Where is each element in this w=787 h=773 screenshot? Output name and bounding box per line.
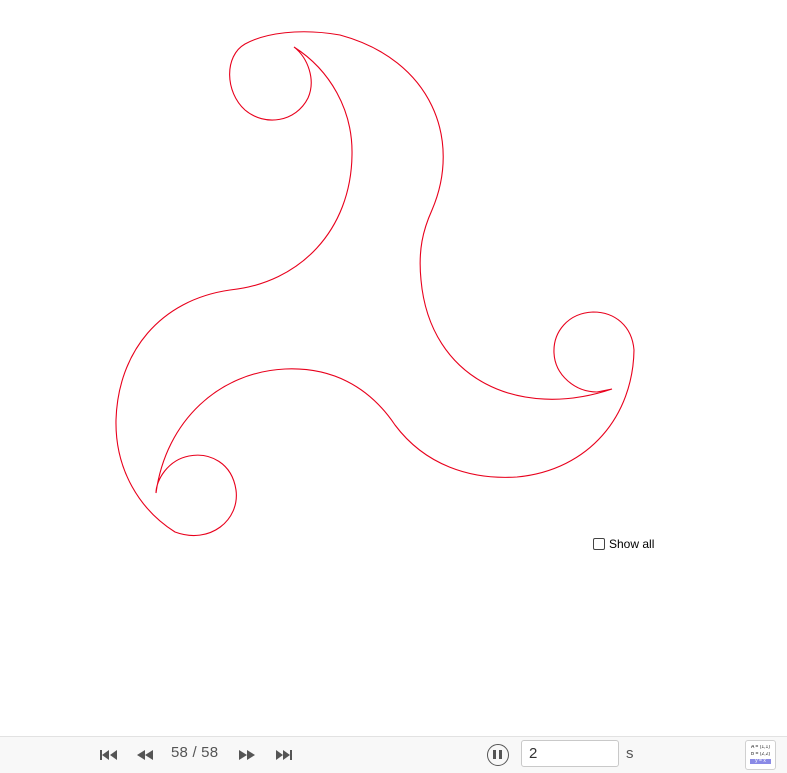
triskele-curve-drawing: [115, 31, 635, 537]
checkbox-box[interactable]: [593, 538, 605, 550]
algebra-view-icon: A = (1,1): [750, 745, 771, 750]
pause-icon: [493, 750, 496, 759]
triskele-curve: [115, 31, 635, 537]
previous-step-icon[interactable]: [134, 747, 156, 763]
graphics-view[interactable]: Show all: [0, 0, 787, 736]
animation-speed-input[interactable]: [521, 740, 619, 767]
first-step-icon[interactable]: [98, 747, 120, 763]
algebra-view-button[interactable]: A = (1,1) B = (2,2) y = x: [745, 740, 776, 770]
playback-toolbar: 58 / 58 s A = (1,1) B = (2,2) y = x: [0, 736, 787, 773]
pause-icon-bar: [499, 750, 502, 759]
speed-unit-label: s: [626, 745, 634, 762]
algebra-view-icon-line: B = (2,2): [750, 752, 771, 757]
pause-button[interactable]: [487, 744, 509, 766]
show-all-checkbox[interactable]: Show all: [593, 536, 654, 552]
last-step-icon[interactable]: [273, 747, 295, 763]
next-step-icon[interactable]: [236, 747, 258, 763]
show-all-label: Show all: [609, 537, 655, 551]
step-counter: 58 / 58: [171, 744, 219, 761]
algebra-view-icon-line: y = x: [750, 759, 771, 764]
